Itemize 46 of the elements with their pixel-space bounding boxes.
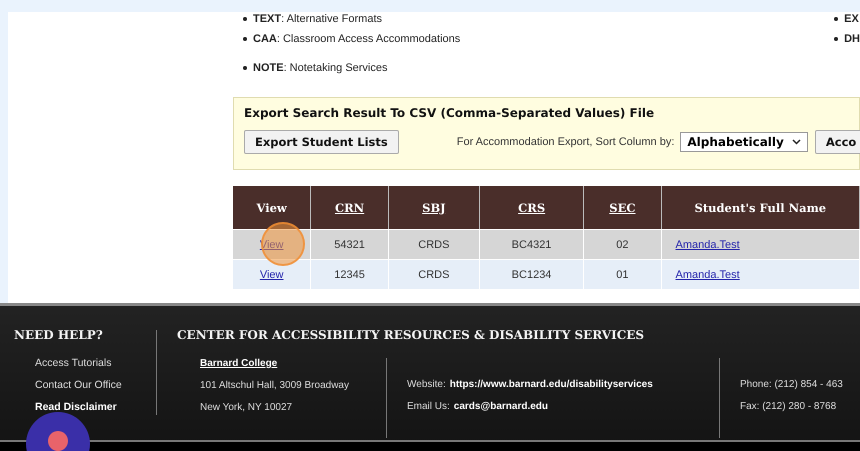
bullet-icon [834, 36, 838, 40]
footer-link[interactable]: Access Tutorials [35, 352, 144, 374]
pointer-marker [25, 411, 91, 451]
website-link[interactable]: https://www.barnard.edu/disabilityservices [450, 378, 653, 390]
legend-text: NOTE: Notetaking Services [253, 62, 388, 74]
footer-link[interactable]: Contact Our Office [35, 374, 144, 396]
caret-icon [792, 139, 801, 145]
center-title: CENTER FOR ACCESSIBILITY RESOURCES & DISABILITY SERVICES [177, 328, 646, 342]
phone-text: Phone: (212) 854 - 463 [740, 378, 843, 392]
table-cell: CRDS [388, 260, 480, 289]
help-title: NEED HELP? [14, 328, 104, 342]
bullet-icon [243, 66, 247, 70]
view-link[interactable]: View [260, 268, 284, 280]
table-cell: BC1234 [480, 260, 584, 289]
legend-code: DH [844, 32, 860, 44]
website-label: Website: https://www.barnard.edu/disabilityservices [407, 378, 654, 392]
email-label: Email Us: cards@barnard.edu [407, 400, 550, 414]
sort-dropdown[interactable]: Alphabetically [680, 132, 808, 152]
column-header[interactable]: SBJ [388, 186, 480, 229]
legend-code: EX [844, 13, 859, 25]
export-title: Export Search Result To CSV (Comma-Separated Values) File [244, 106, 656, 120]
address-line: New York, NY 10027 [200, 400, 294, 414]
column-header[interactable]: CRS [480, 186, 584, 229]
legend-text: TEXT: Alternative Formats [253, 13, 382, 25]
column-header[interactable]: SEC [584, 186, 662, 229]
click-highlight [261, 222, 305, 266]
export-button[interactable]: Export Student Lists [244, 130, 399, 154]
table-row[interactable]: View 12345 CRDS BC1234 01 Amanda.Test [233, 259, 860, 289]
column-header[interactable]: CRN [311, 186, 389, 229]
table-cell: 12345 [311, 260, 389, 289]
column-header: Student's Full Name [662, 186, 860, 229]
fax-text: Fax: (212) 280 - 8768 [740, 400, 838, 414]
email-link[interactable]: cards@barnard.edu [454, 400, 548, 412]
footer-link[interactable]: Read Disclaimer [35, 396, 144, 418]
bullet-icon [243, 36, 247, 40]
college-name: Barnard College [200, 356, 278, 370]
table-cell: 01 [584, 260, 662, 289]
bullet-icon [243, 17, 247, 21]
address-line: 101 Altschul Hall, 3009 Broadway [200, 378, 350, 392]
bullet-icon [834, 17, 838, 21]
student-name-link[interactable]: Amanda.Test [676, 268, 740, 280]
sort-label: For Accommodation Export, Sort Column by: [456, 136, 674, 148]
accommodation-button[interactable]: Acco [814, 130, 860, 154]
legend-text: CAA: Classroom Access Accommodations [253, 32, 460, 44]
student-name-link[interactable]: Amanda.Test [676, 238, 740, 250]
column-header: View [233, 186, 312, 229]
